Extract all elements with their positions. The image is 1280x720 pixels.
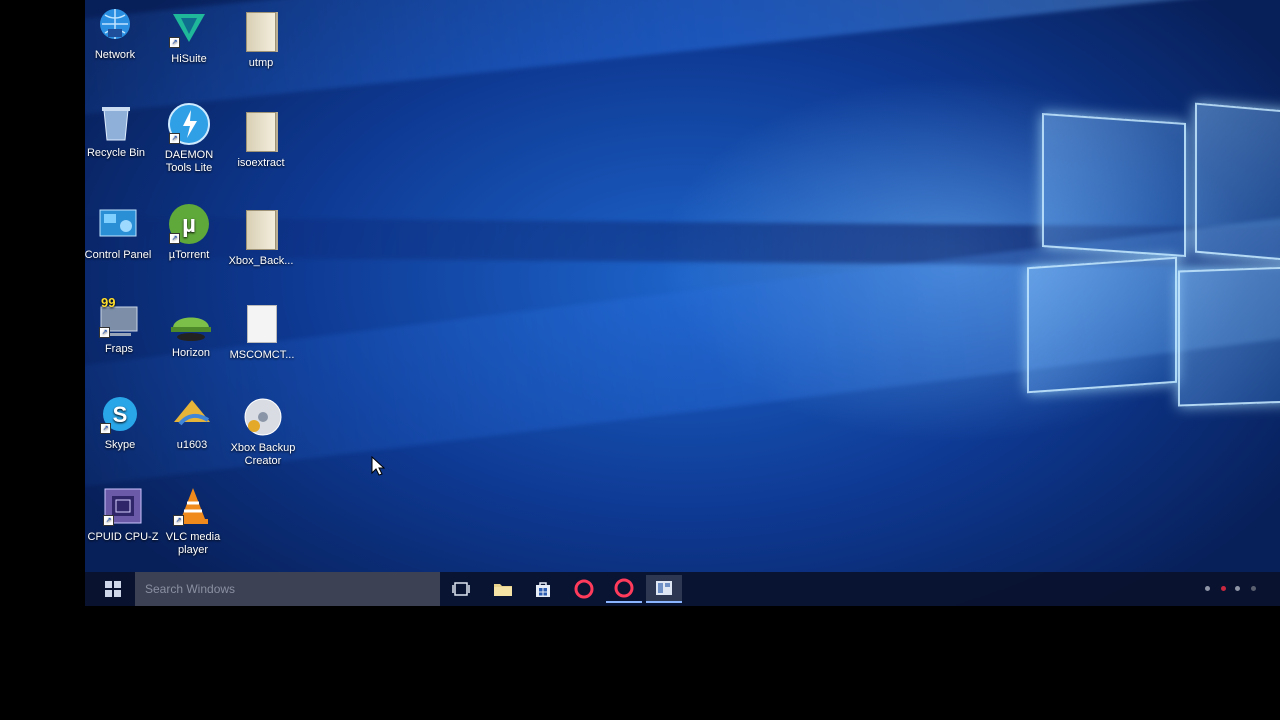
shortcut-arrow-icon: ↗ bbox=[103, 515, 114, 526]
desktop-icon-utorrent[interactable]: µ ↗ µTorrent bbox=[152, 202, 226, 262]
desktop-icon-label: DAEMON Tools Lite bbox=[164, 149, 214, 174]
control-panel-icon bbox=[96, 202, 140, 246]
windows-logo-pane bbox=[1195, 102, 1280, 264]
search-input[interactable] bbox=[135, 572, 440, 606]
fraps-icon: 99 ↗ bbox=[97, 296, 141, 340]
desktop-icon-cpu-z[interactable]: ↗ CPUID CPU-Z bbox=[86, 484, 160, 544]
hisuite-icon: ↗ bbox=[167, 6, 211, 50]
tray-icon[interactable] bbox=[1251, 586, 1256, 591]
svg-text:µ: µ bbox=[182, 211, 196, 238]
skype-icon: S ↗ bbox=[98, 392, 142, 436]
shortcut-arrow-icon: ↗ bbox=[173, 515, 184, 526]
desktop-icon-u1603[interactable]: u1603 bbox=[155, 392, 229, 452]
desktop-icon-label: Horizon bbox=[172, 347, 210, 359]
desktop-icon-label: isoextract bbox=[237, 157, 285, 169]
shortcut-arrow-icon: ↗ bbox=[169, 133, 180, 144]
desktop-icon-fraps[interactable]: 99 ↗ Fraps bbox=[85, 296, 156, 356]
desktop-icon-xbox-backup-creator[interactable]: Xbox Backup Creator bbox=[226, 395, 300, 468]
folder-icon bbox=[239, 208, 283, 252]
desktop-icon-utmp[interactable]: utmp bbox=[224, 10, 298, 70]
shortcut-arrow-icon: ↗ bbox=[99, 327, 110, 338]
desktop-icon-label: Xbox_Back... bbox=[228, 255, 294, 267]
daemon-tools-icon: ↗ bbox=[167, 102, 211, 146]
desktop-screen[interactable]: Network Recycle Bin Control Panel 99 ↗ F… bbox=[85, 0, 1280, 606]
taskbar bbox=[85, 572, 1280, 606]
tray-icon[interactable] bbox=[1221, 586, 1226, 591]
recycle-bin-icon bbox=[94, 100, 138, 144]
desktop-icon-label: Xbox Backup Creator bbox=[230, 442, 296, 467]
windows-logo-pane bbox=[1178, 265, 1280, 407]
desktop-icon-control-panel[interactable]: Control Panel bbox=[85, 202, 155, 262]
windows-logo-pane bbox=[1042, 112, 1186, 258]
desktop-icon-xbox-back[interactable]: Xbox_Back... bbox=[224, 208, 298, 268]
tray-icon[interactable] bbox=[1235, 586, 1240, 591]
cpu-z-icon: ↗ bbox=[101, 484, 145, 528]
store-button[interactable] bbox=[525, 575, 561, 603]
desktop-icon-hisuite[interactable]: ↗ HiSuite bbox=[152, 6, 226, 66]
network-icon bbox=[93, 2, 137, 46]
file-icon bbox=[240, 302, 284, 346]
desktop-icon-label: MSCOMCT... bbox=[229, 349, 295, 361]
windows-logo-pane bbox=[1027, 256, 1177, 394]
u1603-icon bbox=[170, 392, 214, 436]
windows-logo-icon bbox=[105, 581, 121, 597]
store-bag-icon bbox=[536, 582, 550, 597]
fraps-badge: 99 bbox=[101, 295, 116, 310]
vlc-cone-icon: ↗ bbox=[171, 484, 215, 528]
task-view-icon bbox=[452, 582, 470, 596]
opera-button-open[interactable] bbox=[606, 575, 642, 603]
mouse-cursor-icon bbox=[371, 455, 386, 481]
desktop-icon-network[interactable]: Network bbox=[85, 2, 152, 62]
svg-text:S: S bbox=[113, 402, 128, 427]
file-explorer-button[interactable] bbox=[485, 575, 521, 603]
shortcut-arrow-icon: ↗ bbox=[169, 37, 180, 48]
folder-icon bbox=[239, 110, 283, 154]
desktop-icon-mscomct[interactable]: MSCOMCT... bbox=[225, 302, 299, 362]
opera-icon bbox=[574, 579, 594, 599]
desktop-icon-skype[interactable]: S ↗ Skype bbox=[85, 392, 157, 452]
desktop-icon-label: VLC media player bbox=[165, 531, 221, 556]
desktop-icon-daemon-tools[interactable]: ↗ DAEMON Tools Lite bbox=[152, 102, 226, 175]
desktop-icon-label: CPUID CPU-Z bbox=[87, 531, 159, 543]
desktop-icon-label: Control Panel bbox=[85, 249, 152, 261]
task-view-button[interactable] bbox=[443, 575, 479, 603]
shortcut-arrow-icon: ↗ bbox=[169, 233, 180, 244]
desktop-icon-vlc[interactable]: ↗ VLC media player bbox=[156, 484, 230, 557]
opera-button[interactable] bbox=[566, 575, 602, 603]
desktop-icon-label: µTorrent bbox=[168, 249, 210, 261]
desktop-icon-isoextract[interactable]: isoextract bbox=[224, 110, 298, 170]
desktop-icon-label: Recycle Bin bbox=[86, 147, 146, 159]
desktop-icon-label: HiSuite bbox=[171, 53, 207, 65]
desktop-icon-label: Fraps bbox=[104, 343, 134, 355]
desktop-icon-label: Skype bbox=[104, 439, 136, 451]
utorrent-icon: µ ↗ bbox=[167, 202, 211, 246]
desktop-icon-horizon[interactable]: Horizon bbox=[154, 300, 228, 360]
desktop-icon-recycle-bin[interactable]: Recycle Bin bbox=[85, 100, 153, 160]
desktop-icon-label: u1603 bbox=[176, 439, 208, 451]
tray-icon[interactable] bbox=[1205, 586, 1210, 591]
active-app-button[interactable] bbox=[646, 575, 682, 603]
desktop-icon-label: Network bbox=[94, 49, 136, 61]
opera-icon bbox=[614, 578, 634, 598]
app-window-icon bbox=[656, 581, 672, 595]
start-button[interactable] bbox=[99, 578, 127, 600]
shortcut-arrow-icon: ↗ bbox=[100, 423, 111, 434]
folder-icon bbox=[239, 10, 283, 54]
disc-icon bbox=[241, 395, 285, 439]
horizon-icon bbox=[169, 300, 213, 344]
folder-icon bbox=[494, 584, 512, 596]
desktop-icon-label: utmp bbox=[248, 57, 274, 69]
